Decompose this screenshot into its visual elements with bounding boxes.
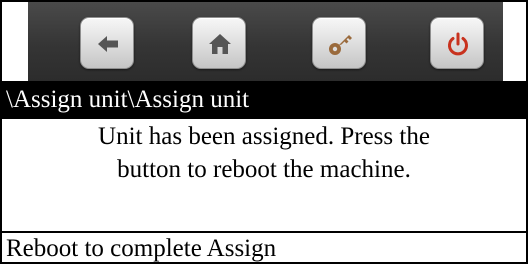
message-line-1: Unit has been assigned. Press the xyxy=(98,123,430,150)
key-button[interactable] xyxy=(312,17,366,69)
power-button[interactable] xyxy=(430,17,484,69)
power-icon xyxy=(448,32,468,56)
status-text: Reboot to complete Assign xyxy=(6,235,277,262)
message-text: Unit has been assigned. Press the button… xyxy=(2,120,526,186)
breadcrumb: \Assign unit\Assign unit xyxy=(2,81,526,119)
back-arrow-icon xyxy=(98,36,118,52)
key-icon xyxy=(329,35,352,55)
home-icon xyxy=(209,34,231,54)
screen-frame: \Assign unit\Assign unit Unit has been a… xyxy=(0,0,528,264)
message-line-2: button to reboot the machine. xyxy=(117,156,411,183)
back-button[interactable] xyxy=(80,17,134,69)
toolbar xyxy=(28,2,503,82)
home-button[interactable] xyxy=(192,17,246,69)
